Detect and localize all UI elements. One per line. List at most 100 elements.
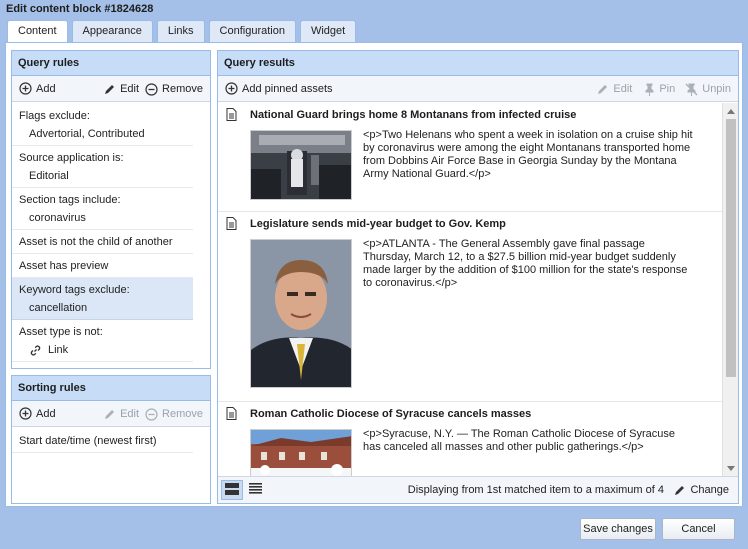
sorting-rules-title: Sorting rules [12, 376, 210, 401]
rule-label: Flags exclude: [19, 110, 90, 122]
remove-query-rule-button[interactable]: Remove [142, 79, 206, 99]
edit-label: Edit [120, 83, 140, 95]
result-item[interactable]: Legislature sends mid-year budget to Gov… [218, 212, 722, 402]
cancel-button[interactable]: Cancel [662, 518, 735, 540]
result-item[interactable]: Roman Catholic Diocese of Syracuse cance… [218, 402, 722, 477]
result-title: Legislature sends mid-year budget to Gov… [250, 218, 506, 230]
rule-label: Keyword tags exclude: [19, 284, 130, 296]
rule-value: coronavirus [29, 212, 86, 224]
rule-value: Editorial [29, 170, 69, 182]
tab-content[interactable]: Content [7, 20, 68, 43]
query-rule-section-tags[interactable]: Section tags include: coronavirus [12, 188, 193, 230]
rule-label: Asset type is not: [19, 326, 103, 338]
change-label: Change [690, 484, 729, 496]
query-results-toolbar: Add pinned assets Edit Pin Unpin [218, 76, 738, 102]
large-view-button[interactable] [221, 480, 243, 500]
document-icon [226, 217, 237, 233]
scroll-down-arrow-icon[interactable] [727, 466, 735, 471]
results-bottom-bar: Displaying from 1st matched item to a ma… [218, 476, 738, 503]
add-sorting-rule-button[interactable]: Add [16, 404, 59, 424]
change-button[interactable]: Change [670, 480, 732, 500]
sorting-rules-toolbar: Add Edit Remove [12, 401, 210, 427]
query-rules-panel: Query rules Add Edit Remove Flags exclud… [11, 50, 211, 369]
rule-label: Asset has preview [19, 260, 109, 272]
rule-value: Advertorial, Contributed [29, 128, 145, 140]
edit-result-button[interactable]: Edit [593, 79, 635, 99]
tab-bar: Content Appearance Links Configuration W… [7, 20, 360, 43]
rule-label: Source application is: [19, 152, 124, 164]
remove-sorting-rule-button[interactable]: Remove [142, 404, 206, 424]
pencil-icon [673, 484, 686, 497]
results-status: Displaying from 1st matched item to a ma… [408, 484, 664, 496]
result-item[interactable]: National Guard brings home 8 Montanans f… [218, 103, 722, 212]
result-thumbnail [250, 239, 352, 388]
result-text: <p>Syracuse, N.Y. — The Roman Catholic D… [363, 428, 676, 453]
status-prefix: Displaying from [407, 484, 484, 496]
status-middle: matched item to a maximum of [504, 484, 655, 496]
scroll-thumb[interactable] [726, 119, 736, 377]
results-list: National Guard brings home 8 Montanans f… [218, 103, 738, 477]
query-results-title: Query results [218, 51, 738, 76]
save-changes-button[interactable]: Save changes [580, 518, 656, 540]
scroll-up-arrow-icon[interactable] [727, 109, 735, 114]
result-title: National Guard brings home 8 Montanans f… [250, 109, 577, 121]
result-text: <p>Two Helenans who spent a week in isol… [363, 129, 693, 180]
tab-links[interactable]: Links [156, 20, 205, 42]
rule-value-row: Link [19, 341, 186, 359]
pencil-icon [596, 83, 609, 96]
plus-circle-icon [225, 82, 238, 95]
remove-label: Remove [162, 83, 203, 95]
query-rule-keyword-tags[interactable]: Keyword tags exclude: cancellation [12, 278, 193, 320]
result-title: Roman Catholic Diocese of Syracuse cance… [250, 408, 532, 420]
query-rule-list: Flags exclude: Advertorial, Contributed … [12, 104, 193, 362]
query-rules-title: Query rules [12, 51, 210, 76]
status-max: 4 [657, 484, 664, 496]
link-icon [29, 344, 42, 357]
status-from: 1st [486, 484, 502, 496]
pencil-icon [103, 408, 116, 421]
query-rules-toolbar: Add Edit Remove [12, 76, 210, 102]
pencil-icon [103, 83, 116, 96]
pin-button[interactable]: Pin [641, 79, 678, 99]
query-rule-has-preview[interactable]: Asset has preview [12, 254, 193, 278]
tab-configuration[interactable]: Configuration [208, 20, 296, 42]
add-pinned-label: Add pinned assets [242, 82, 333, 95]
rule-label: Asset is not the child of another [19, 236, 173, 248]
window-title: Edit content block #1824628 [6, 3, 154, 15]
query-rule-not-child[interactable]: Asset is not the child of another [12, 230, 193, 254]
sorting-rule-start-date[interactable]: Start date/time (newest first) [12, 429, 193, 453]
plus-circle-icon [19, 82, 32, 95]
edit-label: Edit [120, 408, 140, 420]
tab-appearance[interactable]: Appearance [71, 20, 153, 42]
pin-label: Pin [659, 83, 676, 95]
rule-value: Link [48, 344, 69, 356]
edit-label: Edit [613, 83, 633, 95]
query-rules-toolbar-right: Edit Remove [100, 79, 206, 99]
result-thumbnail [250, 429, 352, 477]
edit-query-rule-button[interactable]: Edit [100, 79, 142, 99]
unpin-icon [685, 83, 698, 96]
tab-widget[interactable]: Widget [299, 20, 357, 42]
add-label: Add [36, 82, 56, 95]
add-query-rule-button[interactable]: Add [16, 79, 59, 99]
rule-value: cancellation [29, 302, 88, 314]
list-view-button[interactable] [244, 480, 266, 500]
plus-circle-icon [19, 407, 32, 420]
document-icon [226, 407, 237, 423]
result-thumbnail [250, 130, 352, 200]
query-results-toolbar-right: Edit Pin Unpin [593, 79, 734, 99]
pin-icon [644, 83, 655, 96]
add-pinned-assets-button[interactable]: Add pinned assets [222, 79, 336, 99]
query-results-panel: Query results Add pinned assets Edit Pin… [217, 50, 739, 504]
minus-circle-icon [145, 407, 158, 421]
tab-body: Query rules Add Edit Remove Flags exclud… [5, 42, 743, 507]
query-rule-flags[interactable]: Flags exclude: Advertorial, Contributed [12, 104, 193, 146]
rule-label: Start date/time (newest first) [19, 435, 157, 447]
query-rule-source[interactable]: Source application is: Editorial [12, 146, 193, 188]
edit-sorting-rule-button[interactable]: Edit [100, 404, 142, 424]
document-icon [226, 108, 237, 124]
query-rule-asset-type[interactable]: Asset type is not: Link [12, 320, 193, 362]
sorting-rules-panel: Sorting rules Add Edit Remove Start date… [11, 375, 211, 504]
unpin-button[interactable]: Unpin [682, 79, 734, 99]
results-scrollbar[interactable] [722, 103, 738, 477]
